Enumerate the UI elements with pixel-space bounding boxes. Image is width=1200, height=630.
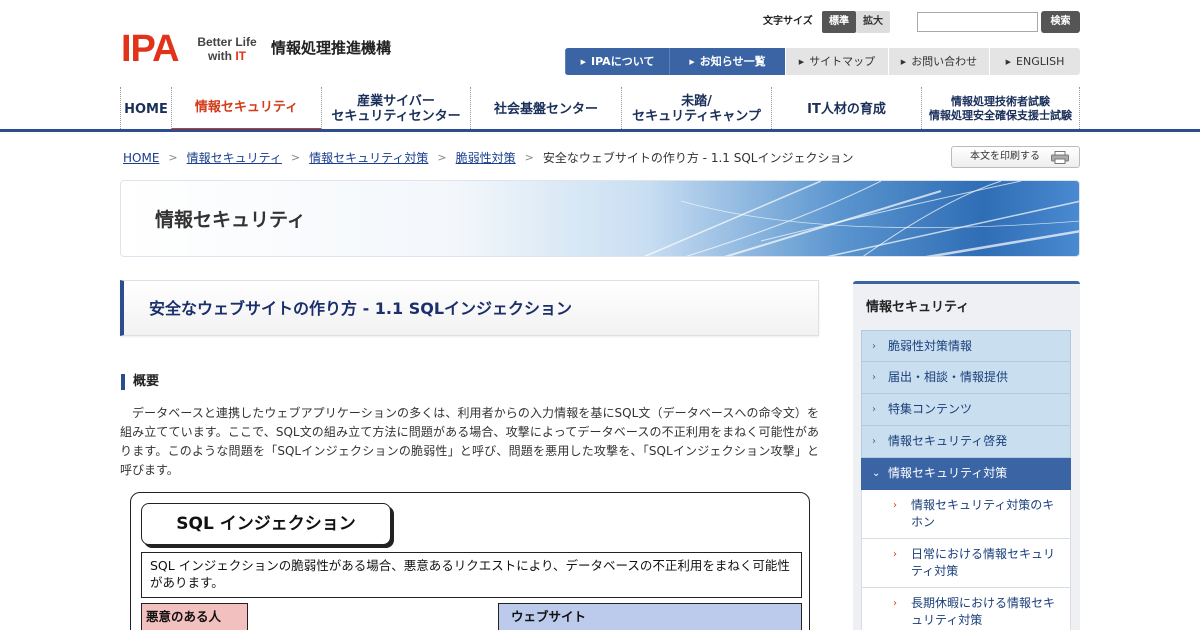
figure-title: SQL インジェクション [141, 503, 391, 545]
breadcrumb-info-security[interactable]: 情報セキュリティ [187, 150, 282, 166]
fontsize-standard-button[interactable]: 標準 [822, 11, 856, 33]
logo-tagline-with: with [207, 49, 232, 63]
subnav-contact[interactable]: ▶ お問い合わせ [888, 48, 989, 75]
figure-website-box: ウェブサイト [498, 603, 802, 630]
breadcrumb-security-measures[interactable]: 情報セキュリティ対策 [309, 150, 428, 166]
chevron-right-icon: > [437, 151, 447, 164]
logo-tagline-it: IT [235, 49, 246, 63]
sql-injection-figure: SQL インジェクション SQL インジェクションの脆弱性がある場合、悪意あるリ… [130, 492, 810, 630]
page-title-box: 安全なウェブサイトの作り方 - 1.1 SQLインジェクション [120, 280, 819, 336]
section-heading: 概要 [121, 374, 159, 390]
gnav-social-infra-center[interactable]: 社会基盤センター [470, 87, 621, 131]
sidebar-item-awareness[interactable]: › 情報セキュリティ啓発 [861, 426, 1071, 458]
subnav-news[interactable]: ▶ お知らせ一覧 [669, 48, 785, 75]
breadcrumb-home[interactable]: HOME [123, 150, 159, 166]
logo-ipa-text: IPA [121, 28, 180, 70]
print-button-label: 本文を印刷する [970, 151, 1040, 162]
sidebar-item-security-measures[interactable]: ⌄ 情報セキュリティ対策 [861, 458, 1071, 490]
sidebar-subitem-basics[interactable]: › 情報セキュリティ対策のキホン [861, 490, 1071, 539]
org-name[interactable]: 情報処理推進機構 [271, 38, 391, 58]
logo-tagline: Better Life with IT [187, 35, 267, 63]
search-input[interactable] [917, 12, 1038, 32]
triangle-right-icon: ▶ [1005, 57, 1012, 66]
gnav-exams[interactable]: 情報処理技術者試験 情報処理安全確保支援士試験 [921, 87, 1080, 131]
breadcrumb: HOME > 情報セキュリティ > 情報セキュリティ対策 > 脆弱性対策 > 安… [123, 150, 853, 166]
sidebar-item-featured[interactable]: › 特集コンテンツ [861, 394, 1071, 426]
breadcrumb-vulnerability[interactable]: 脆弱性対策 [456, 150, 516, 166]
triangle-right-icon: ▶ [798, 57, 805, 66]
gnav-cyber-security-center[interactable]: 産業サイバー セキュリティセンター [321, 87, 470, 131]
chevron-right-icon: › [893, 598, 897, 609]
global-nav-underline [0, 129, 1200, 132]
page-title: 安全なウェブサイトの作り方 - 1.1 SQLインジェクション [149, 299, 573, 318]
sidebar-item-vulnerability-info[interactable]: › 脆弱性対策情報 [861, 330, 1071, 362]
gnav-it-human-resources[interactable]: IT人材の育成 [771, 87, 921, 131]
banner-title: 情報セキュリティ [155, 209, 306, 231]
gnav-mitou-security-camp[interactable]: 未踏/セキュリティキャンプ [621, 87, 771, 131]
chevron-right-icon: > [524, 151, 534, 164]
sidebar-list: › 脆弱性対策情報 › 届出・相談・情報提供 › 特集コンテンツ › 情報セキュリティ啓… [861, 330, 1071, 630]
chevron-right-icon: › [872, 436, 876, 447]
chevron-down-icon: ⌄ [872, 468, 881, 479]
chevron-right-icon: › [872, 341, 876, 352]
sidebar-subitem-daily[interactable]: › 日常における情報セキュリティ対策 [861, 539, 1071, 588]
print-button[interactable]: 本文を印刷する [951, 146, 1080, 168]
global-nav: HOME 情報セキュリティ 産業サイバー セキュリティセンター 社会基盤センター … [120, 87, 1080, 131]
chevron-right-icon: › [893, 549, 897, 560]
subnav-sitemap[interactable]: ▶ サイトマップ [785, 48, 888, 75]
chevron-right-icon: > [290, 151, 301, 164]
subnav-about[interactable]: ▶ IPAについて [565, 48, 669, 75]
section-body: データベースと連携したウェブアプリケーションの多くは、利用者からの入力情報を基に… [120, 406, 819, 477]
triangle-right-icon: ▶ [900, 57, 907, 66]
fontsize-label: 文字サイズ [763, 16, 813, 27]
fontsize-large-button[interactable]: 拡大 [856, 11, 890, 33]
sidebar-item-report-consult[interactable]: › 届出・相談・情報提供 [861, 362, 1071, 394]
sidebar-subitem-long-vacation[interactable]: › 長期休暇における情報セキュリティ対策 [861, 588, 1071, 630]
chevron-right-icon: › [893, 500, 897, 511]
printer-icon [1051, 151, 1069, 164]
chevron-right-icon: › [872, 404, 876, 415]
category-banner: 情報セキュリティ [120, 180, 1080, 257]
logo-tagline-line1: Better Life [197, 35, 257, 49]
figure-attacker-box: 悪意のある人 [141, 603, 248, 630]
chevron-right-icon: > [168, 151, 178, 164]
sidebar-title: 情報セキュリティ [866, 300, 970, 315]
utility-nav: ▶ IPAについて ▶ お知らせ一覧 ▶ サイトマップ ▶ お問い合わせ ▶ ENGLIS… [565, 48, 1080, 75]
figure-description: SQL インジェクションの脆弱性がある場合、悪意あるリクエストにより、データベー… [141, 552, 802, 598]
gnav-home[interactable]: HOME [120, 87, 171, 131]
gnav-info-security[interactable]: 情報セキュリティ [171, 87, 321, 131]
breadcrumb-current: 安全なウェブサイトの作り方 - 1.1 SQLインジェクション [542, 151, 854, 165]
triangle-right-icon: ▶ [689, 57, 695, 66]
subnav-english[interactable]: ▶ ENGLISH [989, 48, 1080, 75]
triangle-right-icon: ▶ [580, 57, 587, 66]
sidebar: 情報セキュリティ › 脆弱性対策情報 › 届出・相談・情報提供 › 特集コンテンツ ›… [853, 281, 1080, 630]
search-button[interactable]: 検索 [1041, 11, 1080, 33]
chevron-right-icon: › [872, 372, 876, 383]
